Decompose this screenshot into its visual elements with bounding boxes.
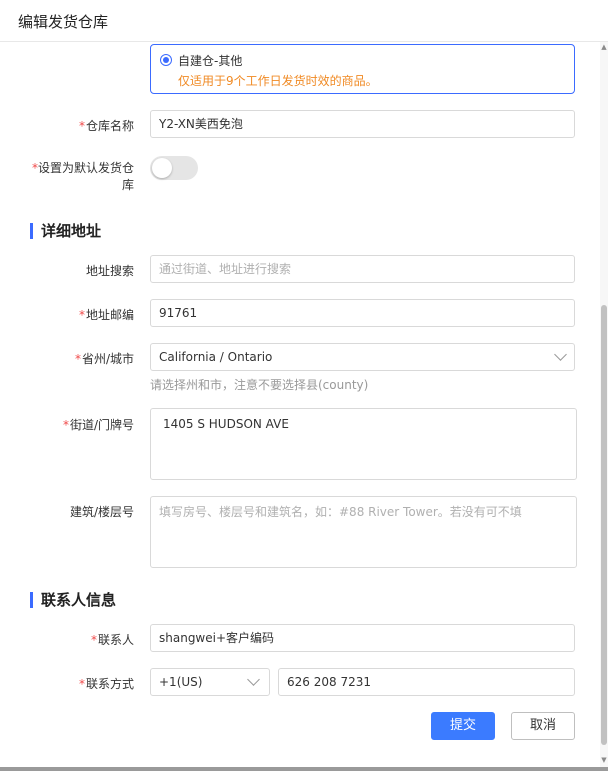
radio-selected-icon[interactable] <box>160 54 172 66</box>
contact-name-input[interactable]: shangwei+客户编码 <box>150 624 575 652</box>
address-search-label: 地址搜索 <box>85 264 134 278</box>
scroll-up-icon[interactable]: ▲ <box>601 44 607 51</box>
scroll-down-icon[interactable]: ▼ <box>601 757 607 764</box>
state-city-label: *省州/城市 <box>74 352 134 366</box>
country-code-value: +1(US) <box>159 675 203 689</box>
section-contact-info: 联系人信息 <box>30 592 116 608</box>
section-address-detail: 详细地址 <box>30 223 101 239</box>
window-bottom-edge <box>0 767 608 771</box>
warehouse-type-option[interactable]: 自建仓-其他 仅适用于9个工作日发货时效的商品。 <box>150 44 575 94</box>
toggle-knob <box>152 158 172 178</box>
dialog-header: 编辑发货仓库 <box>0 0 608 42</box>
address-search-input[interactable]: 通过街道、地址进行搜索 <box>150 255 575 283</box>
street-label: *街道/门牌号 <box>62 418 134 432</box>
edit-warehouse-dialog: 编辑发货仓库 自建仓-其他 仅适用于9个工作日发货时效的商品。 *仓库名称 Y2… <box>0 0 608 771</box>
submit-button[interactable]: 提交 <box>431 712 495 740</box>
warehouse-name-label: *仓库名称 <box>78 119 134 133</box>
warehouse-type-description: 仅适用于9个工作日发货时效的商品。 <box>178 74 378 88</box>
cancel-button[interactable]: 取消 <box>511 712 575 740</box>
dialog-title: 编辑发货仓库 <box>18 13 109 31</box>
default-warehouse-label: *设置为默认发货仓库 <box>31 161 134 192</box>
state-city-hint: 请选择州和市，注意不要选择县(county) <box>150 378 369 392</box>
warehouse-type-label: 自建仓-其他 <box>178 54 243 68</box>
contact-name-label: *联系人 <box>90 633 134 647</box>
state-city-value: California / Ontario <box>159 350 273 364</box>
state-city-select[interactable]: California / Ontario <box>150 343 575 371</box>
postal-code-label: *地址邮编 <box>78 308 134 322</box>
contact-method-label: *联系方式 <box>78 677 134 691</box>
street-textarea[interactable]: 1405 S HUDSON AVE <box>150 408 577 480</box>
default-warehouse-toggle[interactable] <box>150 156 198 180</box>
scrollbar-thumb[interactable] <box>601 305 607 745</box>
phone-input[interactable]: 626 208 7231 <box>278 668 575 696</box>
postal-code-input[interactable]: 91761 <box>150 299 575 327</box>
building-label: 建筑/楼层号 <box>69 505 134 519</box>
warehouse-name-input[interactable]: Y2-XN美西免泡 <box>150 110 575 138</box>
building-textarea[interactable]: 填写房号、楼层号和建筑名，如：#88 River Tower。若没有可不填 <box>150 496 577 568</box>
scrollbar[interactable]: ▲ ▼ <box>600 42 608 771</box>
